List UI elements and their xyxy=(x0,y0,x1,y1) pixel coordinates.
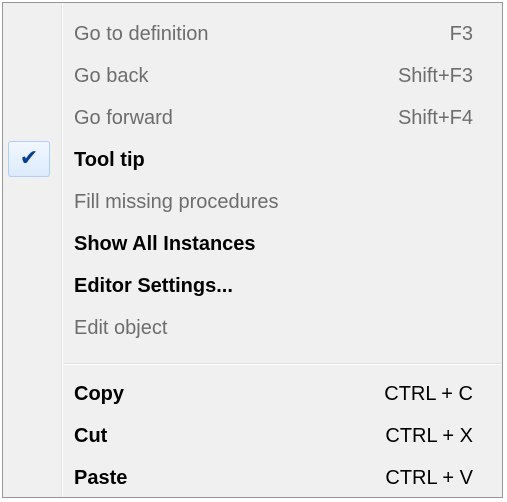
menu-item-label: Go to definition xyxy=(74,23,209,45)
menu-item-copy[interactable]: Copy CTRL + C xyxy=(3,373,502,415)
menu-item-go-to-definition[interactable]: Go to definition F3 xyxy=(3,13,502,55)
menu-separator xyxy=(64,363,501,365)
menu-item-label: Editor Settings... xyxy=(74,275,233,297)
menu-item-label: Fill missing procedures xyxy=(74,191,279,213)
menu-item-show-all-instances[interactable]: Show All Instances xyxy=(3,223,502,265)
menu-item-shortcut: CTRL + C xyxy=(384,383,473,405)
menu-item-label: Cut xyxy=(74,425,108,447)
menu-item-shortcut: Shift+F3 xyxy=(397,65,473,87)
menu-item-go-forward[interactable]: Go forward Shift+F4 xyxy=(3,97,502,139)
context-menu: Go to definition F3 Go back Shift+F3 Go … xyxy=(2,2,503,498)
checkmark-icon: ✔ xyxy=(19,146,39,171)
menu-item-go-back[interactable]: Go back Shift+F3 xyxy=(3,55,502,97)
menu-item-edit-object[interactable]: Edit object xyxy=(3,307,502,349)
menu-item-label: Edit object xyxy=(74,317,168,339)
menu-item-tool-tip[interactable]: ✔ Tool tip xyxy=(3,139,502,181)
menu-item-label: Paste xyxy=(74,467,128,489)
menu-item-editor-settings[interactable]: Editor Settings... xyxy=(3,265,502,307)
menu-item-paste[interactable]: Paste CTRL + V xyxy=(3,457,502,499)
checked-indicator: ✔ xyxy=(8,141,50,177)
menu-item-label: Copy xyxy=(74,383,124,405)
menu-item-label: Go forward xyxy=(74,107,173,129)
menu-item-shortcut: F3 xyxy=(449,23,473,45)
menu-item-shortcut: CTRL + V xyxy=(385,467,473,489)
menu-item-cut[interactable]: Cut CTRL + X xyxy=(3,415,502,457)
menu-item-label: Go back xyxy=(74,65,149,87)
menu-item-fill-missing-procedures[interactable]: Fill missing procedures xyxy=(3,181,502,223)
menu-item-shortcut: CTRL + X xyxy=(385,425,473,447)
menu-item-label: Tool tip xyxy=(74,149,145,171)
menu-item-label: Show All Instances xyxy=(74,233,256,255)
menu-item-shortcut: Shift+F4 xyxy=(397,107,473,129)
